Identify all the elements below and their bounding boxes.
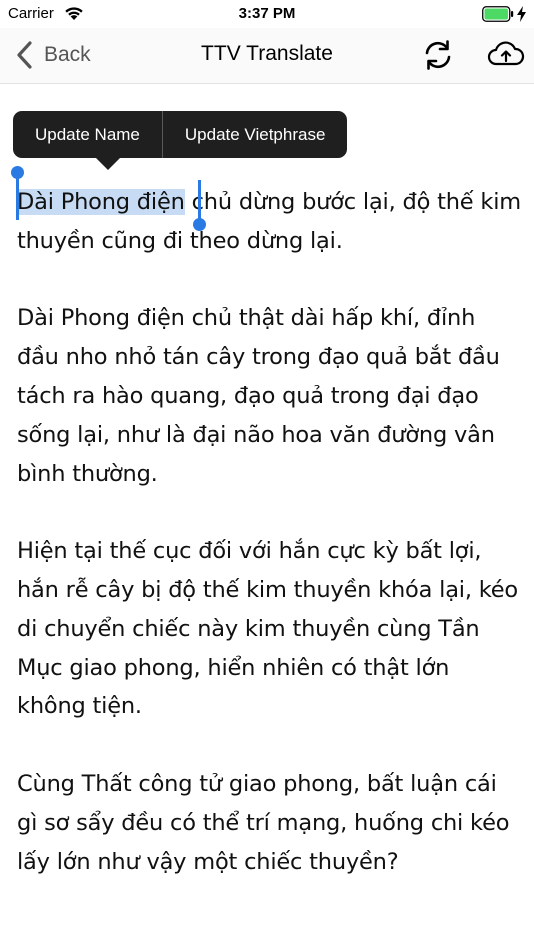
edit-context-menu: Update Name Update Vietphrase (13, 111, 348, 158)
selection-end-handle[interactable] (193, 180, 206, 236)
menu-pointer-arrow (96, 158, 120, 170)
selected-text[interactable]: Dài Phong điện (17, 189, 185, 215)
selection-start-handle[interactable] (11, 166, 24, 222)
selection-start-caret (16, 174, 19, 220)
back-button[interactable]: Back (14, 38, 91, 72)
navigation-bar: Back TTV Translate (0, 28, 534, 84)
paragraph-1: Dài Phong điện chủ dừng bước lại, độ thế… (17, 183, 522, 261)
cloud-upload-icon[interactable] (487, 39, 525, 71)
selection-end-caret (198, 180, 201, 222)
refresh-icon[interactable] (423, 38, 453, 72)
translated-text-view[interactable]: Dài Phong điện chủ dừng bước lại, độ thế… (17, 183, 522, 920)
battery-icon (482, 6, 514, 22)
status-bar: Carrier 3:37 PM (0, 0, 534, 28)
update-name-menu-item[interactable]: Update Name (13, 111, 162, 158)
update-vietphrase-menu-item[interactable]: Update Vietphrase (163, 111, 348, 158)
back-label: Back (44, 43, 91, 66)
paragraph-4: Cùng Thất công tử giao phong, bất luận c… (17, 770, 510, 875)
chevron-left-icon (17, 41, 32, 69)
paragraph-2: Dài Phong điện chủ thật dài hấp khí, đỉn… (17, 305, 500, 487)
paragraph-3: Hiện tại thế cục đối với hắn cực kỳ bất … (17, 538, 518, 720)
status-time: 3:37 PM (238, 5, 296, 22)
selection-end-knob (193, 218, 206, 231)
charging-bolt-icon (517, 6, 526, 22)
